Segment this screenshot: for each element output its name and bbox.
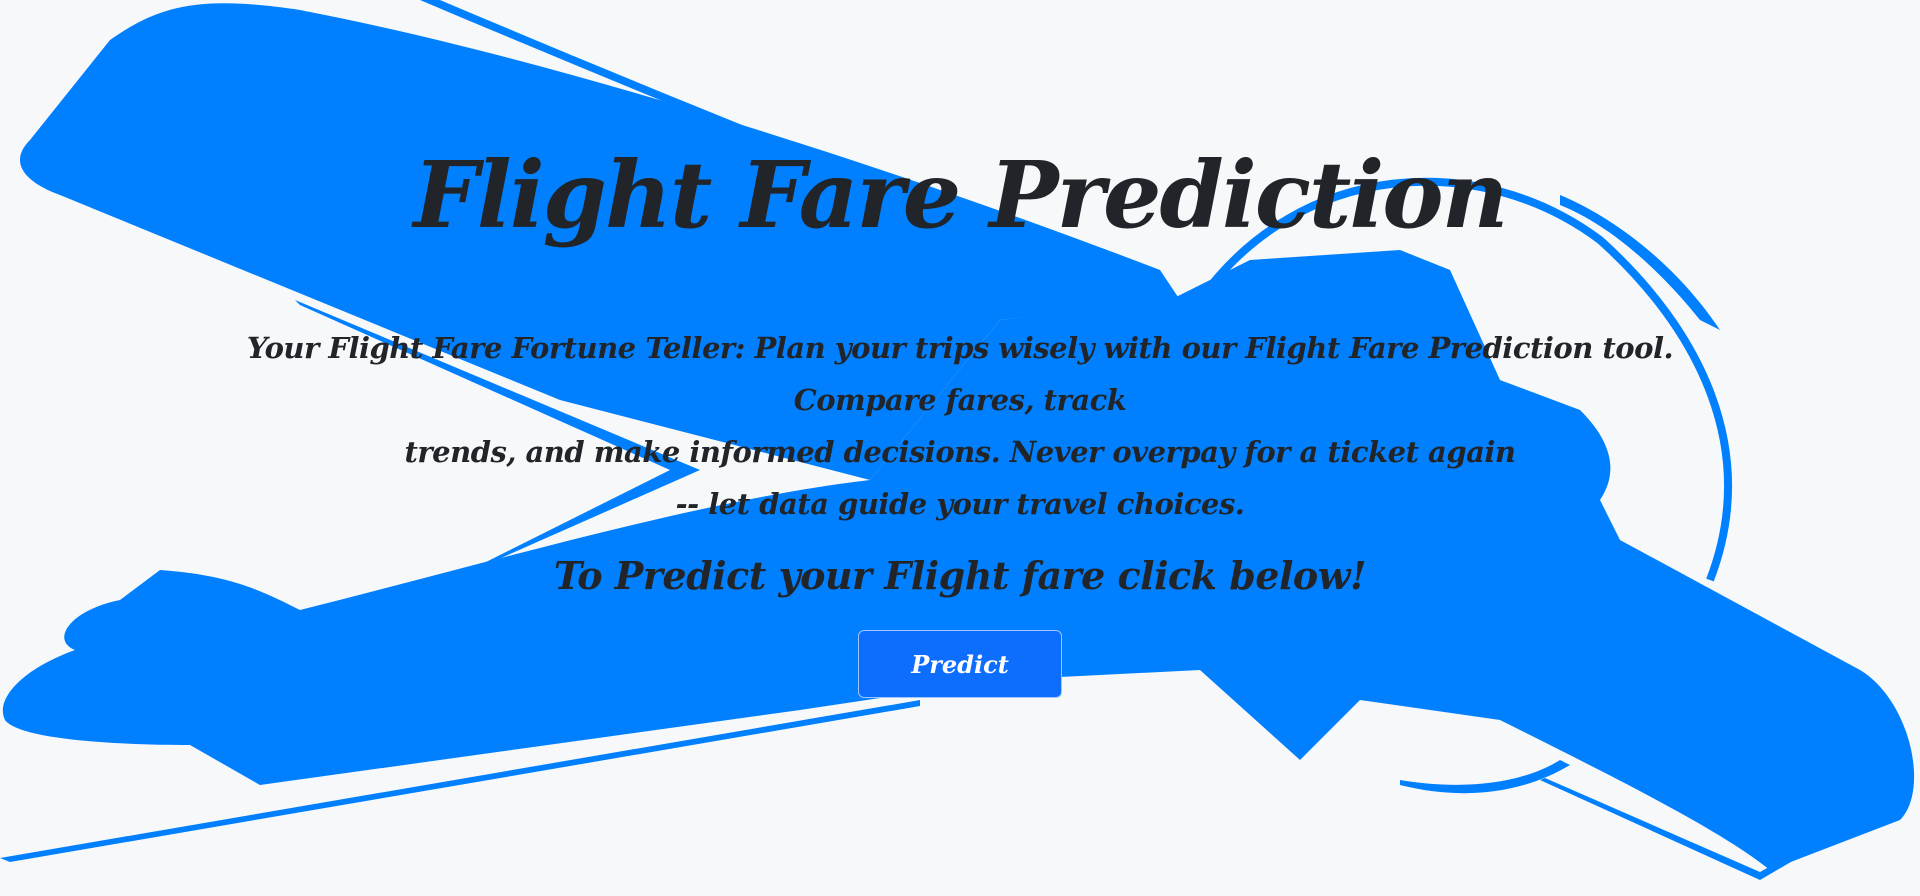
tagline-line-1: Your Flight Fare Fortune Teller: Plan yo… [246, 331, 1674, 417]
tagline: Your Flight Fare Fortune Teller: Plan yo… [215, 322, 1705, 530]
call-to-action-text: To Predict your Flight fare click below! [553, 553, 1367, 598]
predict-button[interactable]: Predict [858, 630, 1062, 698]
tagline-line-2: trends, and make informed decisions. Nev… [404, 435, 1517, 469]
page-title: Flight Fare Prediction [413, 141, 1508, 249]
tagline-line-3: -- let data guide your travel choices. [675, 487, 1245, 521]
page: Flight Fare Prediction Your Flight Fare … [0, 0, 1920, 896]
main-content: Flight Fare Prediction Your Flight Fare … [0, 0, 1920, 896]
